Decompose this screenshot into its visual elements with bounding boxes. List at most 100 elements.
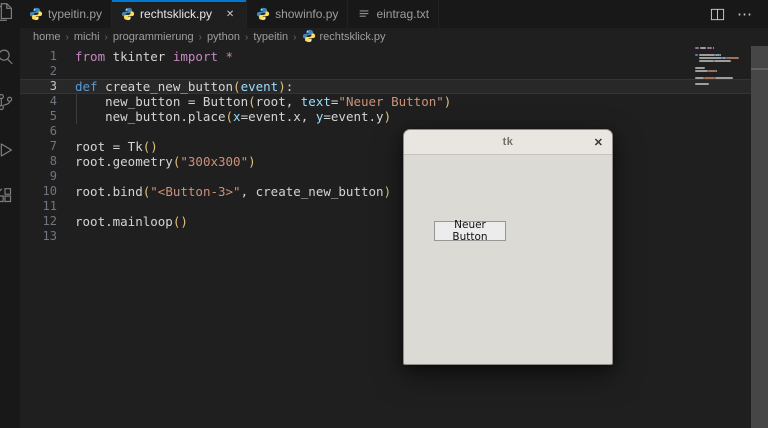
minimap-line [695, 54, 698, 56]
minimap-line [700, 47, 706, 49]
activity-item-explorer[interactable] [0, 1, 16, 23]
breadcrumb: home › michi › programmierung › python › typeiti… [20, 28, 768, 46]
vertical-scrollbar[interactable] [751, 46, 768, 428]
activity-item-search[interactable] [0, 46, 16, 68]
minimap-line [708, 70, 716, 72]
code-text: root.geometry("300x300") [75, 154, 256, 169]
tab-label: typeitin.py [48, 7, 103, 21]
python-icon [121, 7, 135, 21]
line-number: 3 [49, 79, 57, 93]
tab-typeitin.py[interactable]: typeitin.py [20, 0, 113, 28]
tk-window: tk ✕ Neuer Button [403, 129, 613, 365]
activity-bar [0, 0, 20, 428]
code-line-13[interactable]: 13 [20, 229, 768, 244]
more-actions-icon[interactable]: ⋯ [737, 7, 752, 22]
line-number: 6 [49, 124, 57, 138]
code-line-11[interactable]: 11 [20, 199, 768, 214]
neuer-button[interactable]: Neuer Button [434, 219, 506, 243]
breadcrumb-separator-icon: › [104, 31, 108, 43]
minimap-line [695, 77, 704, 79]
code-text: def create_new_button(event): [75, 79, 294, 94]
tk-window-titlebar[interactable]: tk ✕ [404, 130, 612, 155]
scrollbar-notch [751, 68, 768, 70]
line-number: 9 [49, 169, 57, 183]
minimap-line [726, 57, 739, 59]
breadcrumb-label: programmierung [112, 31, 194, 43]
code-editor[interactable]: 1 from tkinter import * 2 3 def create_new_b… [20, 46, 768, 244]
breadcrumb-item-typeitin[interactable]: typeitin [253, 31, 288, 43]
minimap-line [716, 70, 717, 72]
line-number: 10 [42, 184, 57, 198]
breadcrumb-item-michi[interactable]: michi [74, 31, 100, 43]
activity-item-extensions[interactable] [0, 185, 16, 207]
tab-eintrag.txt[interactable]: eintrag.txt [348, 0, 440, 28]
line-number: 13 [42, 229, 57, 243]
minimap-line [695, 67, 705, 69]
breadcrumb-item-home[interactable]: home [33, 31, 61, 43]
python-icon [302, 29, 316, 46]
code-text: new_button.place(x=event.x, y=event.y) [75, 109, 392, 124]
code-line-2[interactable]: 2 [20, 64, 768, 79]
breadcrumb-item-programmierung[interactable]: programmierung [113, 31, 194, 43]
breadcrumb-label: python [206, 31, 240, 43]
code-text: from tkinter import * [75, 49, 234, 64]
code-line-1[interactable]: 1 from tkinter import * [20, 49, 768, 64]
minimap-line [699, 54, 715, 56]
code-line-7[interactable]: 7 root = Tk() [20, 139, 768, 154]
source-control-icon [0, 93, 16, 117]
breadcrumb-separator-icon: › [65, 31, 69, 43]
breadcrumb-item-python[interactable]: python [207, 31, 240, 43]
minimap-line [695, 47, 699, 49]
tab-label: eintrag.txt [376, 7, 430, 21]
tk-window-body: Neuer Button [404, 155, 612, 365]
code-line-8[interactable]: 8 root.geometry("300x300") [20, 154, 768, 169]
line-number: 5 [49, 109, 57, 123]
breadcrumb-label: home [33, 31, 61, 43]
python-icon [256, 7, 270, 21]
minimap-line [699, 57, 722, 59]
tab-showinfo.py[interactable]: showinfo.py [247, 0, 349, 28]
indent-guide [76, 109, 77, 124]
minimap-line [699, 60, 714, 62]
breadcrumb-separator-icon: › [244, 31, 249, 43]
code-text: root = Tk() [75, 139, 158, 154]
code-line-6[interactable]: 6 [20, 124, 768, 139]
breadcrumb-separator-icon: › [293, 31, 297, 43]
minimap-line [704, 77, 715, 79]
tab-close-icon[interactable]: ✕ [223, 9, 237, 20]
breadcrumb-label: typeitin [253, 31, 289, 43]
breadcrumb-label: rechtsklick.py [319, 31, 386, 43]
tab-rechtsklick.py[interactable]: rechtsklick.py ✕ [112, 0, 248, 28]
line-number: 7 [49, 139, 57, 153]
text-file-icon [357, 7, 371, 21]
activity-item-run-debug[interactable] [0, 139, 16, 161]
editor-group: typeitin.py rechtsklick.py ✕ showinfo.py ein… [20, 0, 768, 428]
minimap-line [707, 47, 712, 49]
activity-item-source-control[interactable] [0, 91, 16, 113]
extensions-icon [0, 188, 16, 211]
minimap-line [715, 77, 733, 79]
split-editor-icon[interactable] [710, 7, 725, 22]
code-line-10[interactable]: 10 root.bind("<Button-3>", create_new_but… [20, 184, 768, 199]
code-text: root.mainloop() [75, 214, 188, 229]
code-line-9[interactable]: 9 [20, 169, 768, 184]
window-close-icon[interactable]: ✕ [594, 130, 603, 154]
indent-guide [76, 94, 77, 109]
line-number: 8 [49, 154, 57, 168]
code-line-4[interactable]: 4 new_button = Button(root, text="Neuer … [20, 94, 768, 109]
code-text: new_button = Button(root, text="Neuer Bu… [75, 94, 452, 109]
minimap[interactable] [695, 47, 745, 97]
run-debug-icon [0, 143, 16, 165]
breadcrumb-item-rechtsklick.py[interactable]: rechtsklick.py [302, 29, 386, 46]
minimap-line [713, 47, 714, 49]
code-line-3[interactable]: 3 def create_new_button(event): [20, 79, 768, 94]
tk-window-title: tk [502, 136, 514, 148]
minimap-line [695, 83, 709, 85]
minimap-line [720, 54, 721, 56]
code-line-12[interactable]: 12 root.mainloop() [20, 214, 768, 229]
tab-bar: typeitin.py rechtsklick.py ✕ showinfo.py ein… [20, 0, 768, 28]
search-icon [0, 49, 16, 72]
tab-label: rechtsklick.py [140, 7, 213, 21]
code-line-5[interactable]: 5 new_button.place(x=event.x, y=event.y) [20, 109, 768, 124]
line-number: 4 [49, 94, 57, 108]
